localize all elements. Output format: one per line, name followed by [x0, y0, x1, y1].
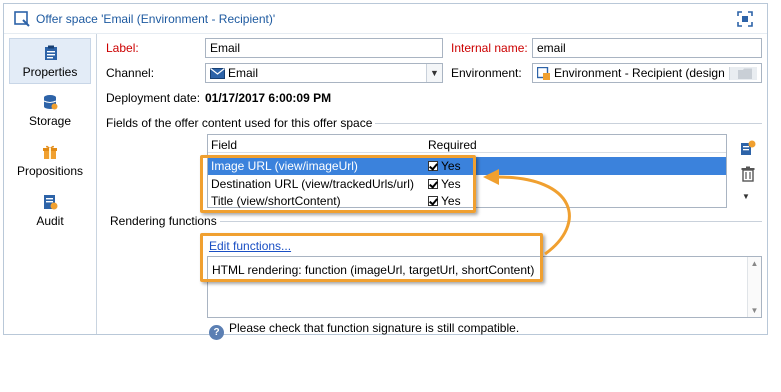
offer-space-icon [14, 11, 30, 27]
add-field-icon[interactable] [740, 140, 756, 156]
scroll-up-icon[interactable]: ▲ [748, 259, 761, 268]
label-input-value: Email [210, 41, 241, 55]
chevron-down-icon[interactable]: ▼ [426, 64, 442, 82]
sidebar-item-label: Audit [36, 214, 64, 228]
environment-caption: Environment: [451, 66, 522, 80]
sidebar-item-propositions[interactable]: Propositions [9, 138, 91, 184]
grid-toolbar: ▼ [737, 140, 761, 220]
trash-icon[interactable] [740, 166, 756, 182]
column-header-required[interactable]: Required [428, 138, 477, 152]
gift-icon [43, 145, 57, 159]
title-bar: Offer space 'Email (Environment - Recipi… [4, 4, 767, 34]
sidebar-item-audit[interactable]: Audit [9, 188, 91, 234]
grid-header: Field Required [208, 135, 726, 153]
sidebar: Properties Storage Propositions Audit [9, 38, 91, 332]
channel-select[interactable]: Email ▼ [205, 63, 443, 83]
scroll-down-icon[interactable]: ▼ [748, 306, 761, 315]
audit-icon [44, 195, 58, 210]
channel-caption: Channel: [106, 66, 155, 80]
sidebar-item-label: Properties [22, 65, 78, 79]
group-divider [375, 123, 762, 124]
email-icon [210, 68, 225, 79]
internal-name-value: email [537, 41, 566, 55]
internal-name-input[interactable]: email [532, 38, 762, 58]
rendering-group-title: Rendering functions [110, 214, 217, 228]
channel-value: Email [228, 66, 259, 80]
fields-group-title: Fields of the offer content used for thi… [106, 116, 373, 130]
help-icon: ? [209, 325, 224, 340]
environment-select[interactable]: Environment - Recipient (design [532, 63, 762, 83]
clipboard-icon [45, 45, 57, 60]
deployment-caption: Deployment date: [106, 91, 201, 105]
chevron-down-icon[interactable]: ▼ [742, 192, 750, 201]
internal-name-caption: Internal name: [451, 41, 528, 55]
deployment-value: 01/17/2017 6:00:09 PM [205, 91, 332, 105]
fields-highlight-box [200, 155, 476, 213]
signature-note: ? Please check that function signature is… [209, 321, 519, 340]
environment-value: Environment - Recipient (design [554, 66, 725, 80]
annotation-arrow [483, 169, 571, 256]
offer-space-window: Offer space 'Email (Environment - Recipi… [3, 3, 768, 340]
sidebar-item-properties[interactable]: Properties [9, 38, 91, 84]
sidebar-item-label: Storage [28, 114, 72, 128]
note-text: Please check that function signature is … [229, 321, 520, 335]
scrollbar[interactable]: ▲ ▼ [747, 257, 761, 317]
window-title: Offer space 'Email (Environment - Recipi… [36, 12, 276, 26]
sidebar-item-label: Propositions [16, 164, 84, 178]
properties-panel: Label: Email Internal name: email Channe… [96, 34, 766, 340]
column-header-field[interactable]: Field [211, 138, 237, 152]
database-icon [43, 95, 58, 110]
label-input[interactable]: Email [205, 38, 443, 58]
label-caption: Label: [106, 41, 139, 55]
sidebar-item-storage[interactable]: Storage [9, 88, 91, 134]
fit-window-icon[interactable] [737, 11, 753, 27]
folder-icon[interactable] [729, 67, 757, 80]
environment-icon [537, 67, 550, 80]
